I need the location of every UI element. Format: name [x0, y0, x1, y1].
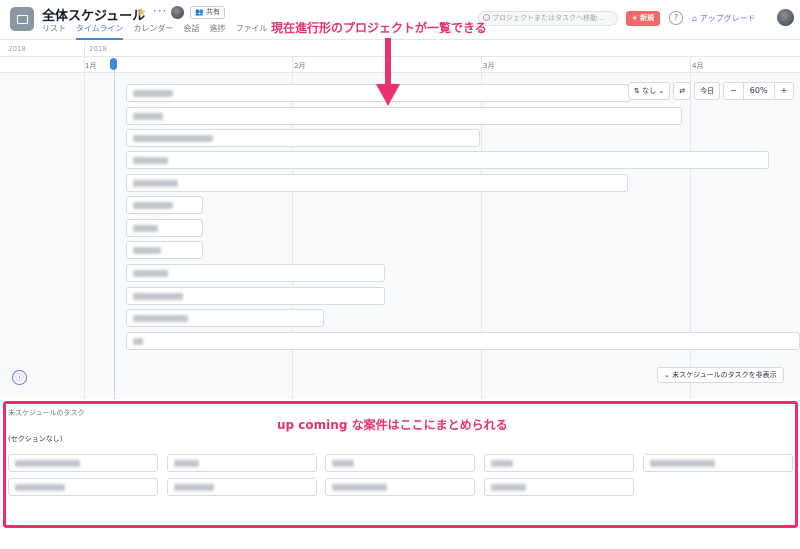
member-avatar[interactable]	[171, 6, 184, 19]
annotation-bottom: up coming な案件はここにまとめられる	[277, 418, 508, 432]
today-button[interactable]: 今日	[694, 82, 721, 100]
blurred-task-name	[133, 225, 158, 232]
share-label: 共有	[205, 8, 220, 16]
month-label-apr: 4月	[692, 62, 704, 70]
year-row: 2018 2019	[0, 41, 800, 57]
blurred-task-name	[133, 338, 143, 345]
timeline-view: 2018 2019 1月 2月 3月 4月 ⇅ なし ⌄ ⇄ 今日 − 60% …	[0, 41, 800, 399]
hide-unscheduled-label: 未スケジュールのタスクを非表示	[672, 371, 777, 379]
annotation-top: 現在進行形のプロジェクトが一覧できる	[271, 21, 487, 35]
year-divider	[84, 41, 85, 57]
tab-list[interactable]: リスト	[42, 23, 66, 40]
zoom-out-button[interactable]: −	[724, 83, 744, 99]
blurred-task-name	[133, 202, 173, 209]
zoom-in-button[interactable]: +	[775, 83, 794, 99]
sort-dropdown[interactable]: ⇅ なし ⌄	[628, 82, 671, 100]
timeline-task-bar[interactable]	[126, 174, 628, 192]
grid-line	[84, 57, 85, 399]
blurred-task-name	[133, 135, 213, 142]
blurred-task-name	[133, 113, 163, 120]
year-label-2018: 2018	[8, 45, 26, 53]
today-marker-line	[114, 61, 115, 399]
chevron-down-icon: ⌄	[658, 87, 665, 95]
upgrade-link[interactable]: ⌂ アップグレード	[692, 13, 756, 24]
timeline-task-bar[interactable]	[126, 309, 324, 327]
zoom-level: 60%	[744, 83, 775, 99]
sort-label: ⇅ なし	[634, 87, 657, 95]
timeline-task-bar[interactable]	[126, 287, 385, 305]
hide-unscheduled-button[interactable]: ⌄ 未スケジュールのタスクを非表示	[657, 367, 784, 383]
double-chevron-icon: ⌄	[664, 371, 670, 379]
help-icon[interactable]: ?	[669, 11, 683, 25]
blurred-task-name	[133, 180, 178, 187]
project-title[interactable]: 全体スケジュール	[42, 5, 145, 24]
timeline-task-bar[interactable]	[126, 107, 682, 125]
swap-icon[interactable]: ⇄	[673, 82, 692, 100]
search-input[interactable]: プロジェクトまたはタスクへ移動...	[478, 11, 618, 26]
star-icon[interactable]: ★	[136, 5, 147, 19]
blurred-task-name	[133, 293, 183, 300]
tab-calendar[interactable]: カレンダー	[133, 23, 173, 40]
blurred-task-name	[133, 157, 168, 164]
arrow-head-icon	[376, 84, 400, 106]
zoom-control: − 60% +	[723, 82, 795, 100]
month-label-jan: 1月	[85, 62, 97, 70]
tab-files[interactable]: ファイル	[235, 23, 267, 40]
search-placeholder: プロジェクトまたはタスクへ移動...	[492, 14, 604, 22]
new-button[interactable]: + 新規	[626, 11, 660, 26]
timeline-task-bar[interactable]	[126, 129, 480, 147]
timeline-task-bar[interactable]	[126, 332, 800, 350]
month-label-mar: 3月	[483, 62, 495, 70]
more-icon[interactable]: ···	[153, 4, 167, 18]
tab-timeline[interactable]: タイムライン	[76, 23, 124, 40]
year-label-2019: 2019	[89, 45, 107, 53]
timeline-task-bar[interactable]	[126, 151, 769, 169]
timeline-task-bar[interactable]	[126, 264, 385, 282]
user-avatar[interactable]	[777, 9, 794, 26]
tab-conversations[interactable]: 会話	[183, 23, 199, 40]
blurred-task-name	[133, 270, 168, 277]
info-icon[interactable]: ⓘ	[12, 370, 27, 385]
timeline-controls: ⇅ なし ⌄ ⇄ 今日 − 60% +	[628, 82, 795, 100]
share-button[interactable]: 👥 共有	[190, 6, 225, 19]
blurred-task-name	[133, 90, 173, 97]
arrow-down-icon	[385, 38, 391, 86]
month-label-feb: 2月	[294, 62, 306, 70]
project-icon[interactable]	[10, 7, 34, 31]
timeline-task-bar[interactable]	[126, 219, 203, 237]
project-tabs: リスト タイムライン カレンダー 会話 進捗 ファイル	[42, 23, 277, 40]
blurred-task-name	[133, 315, 188, 322]
month-row: 1月 2月 3月 4月	[0, 57, 800, 73]
timeline-task-bar[interactable]	[126, 241, 203, 259]
tab-progress[interactable]: 進捗	[209, 23, 225, 40]
timeline-task-bar[interactable]	[126, 196, 203, 214]
today-marker-handle[interactable]	[110, 58, 117, 70]
upgrade-label: アップグレード	[699, 14, 756, 23]
blurred-task-name	[133, 247, 161, 254]
